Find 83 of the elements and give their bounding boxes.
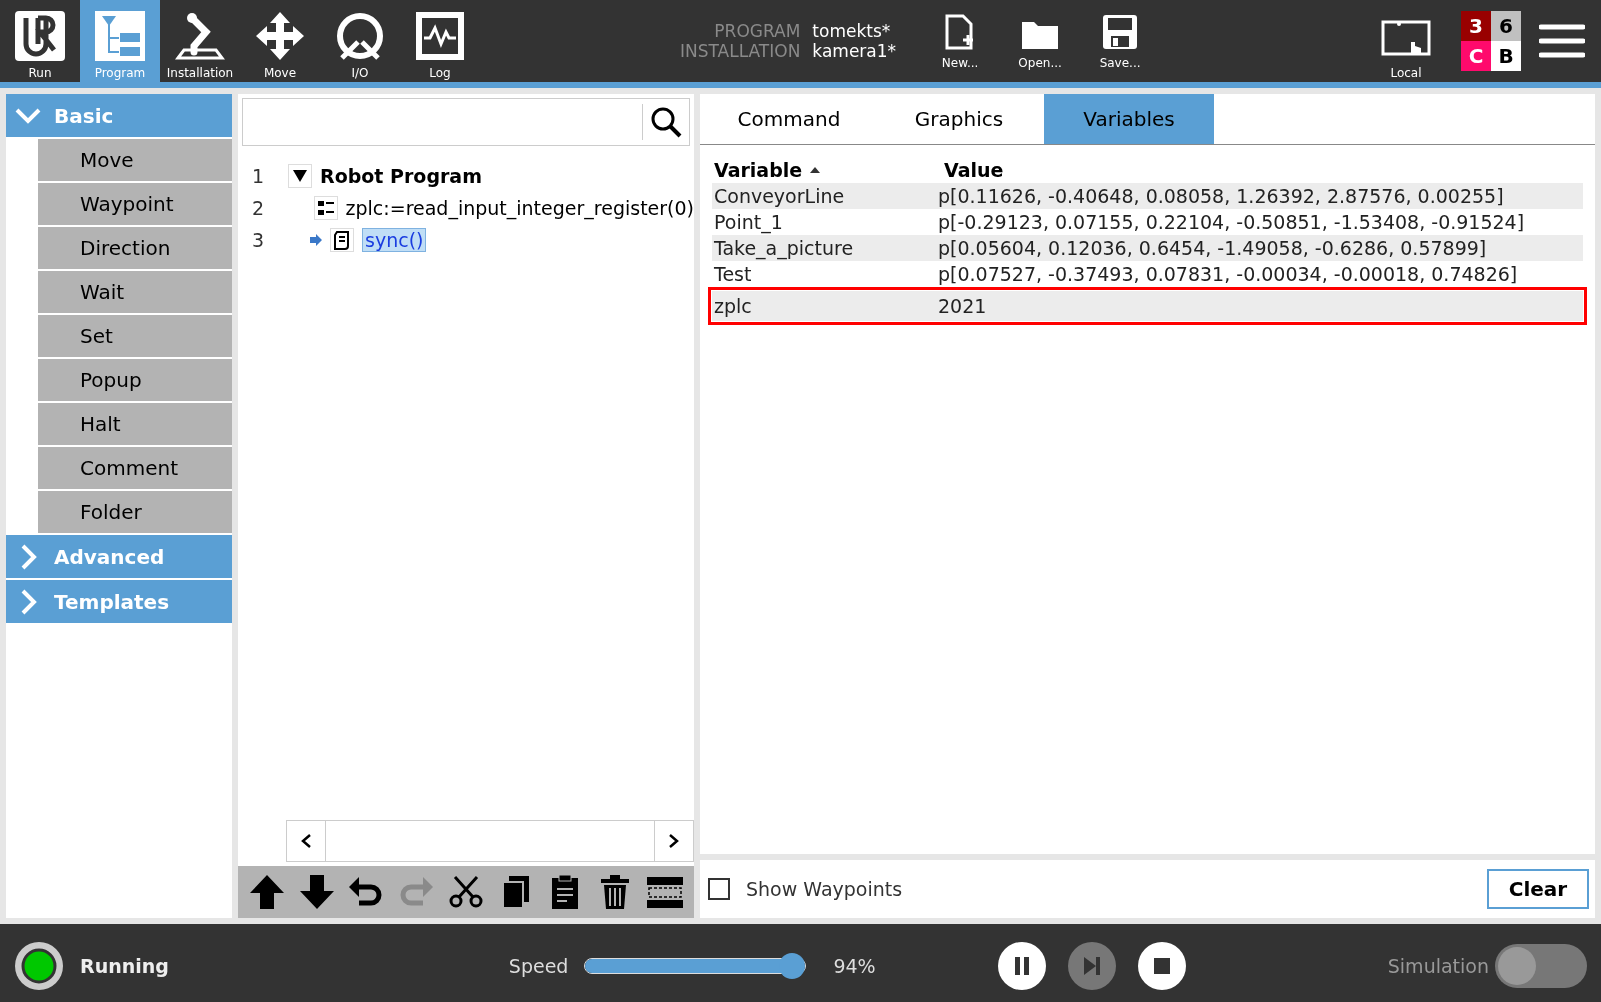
program-node[interactable]: zplc:=read_input_integer_register(0) [345, 197, 694, 219]
column-header[interactable]: Value [944, 159, 1004, 181]
file-action-button[interactable]: Save... [1080, 0, 1161, 82]
simulation-label: Simulation [1387, 955, 1489, 977]
node-button[interactable]: Comment [38, 447, 232, 489]
file-action-button[interactable]: New... [920, 0, 1001, 82]
horizontal-scrollbar[interactable] [286, 820, 694, 862]
assignment-icon [313, 196, 338, 220]
status-cell: 3 [1461, 11, 1491, 41]
io-icon [334, 10, 386, 62]
speed-reading: 94% [833, 955, 876, 977]
node-button[interactable]: Set [38, 315, 232, 357]
table-cell-text: Take_a_picture [713, 237, 855, 259]
new-file-icon [945, 14, 976, 50]
table-cell: 2021 [938, 295, 987, 317]
menu-icon[interactable] [1539, 23, 1585, 59]
column-header[interactable]: Variable [714, 159, 803, 181]
control-mode-button[interactable]: Local [1371, 0, 1441, 82]
node-button[interactable]: Folder [38, 491, 232, 533]
simulation-toggle[interactable] [1495, 944, 1587, 988]
table-cell: p[0.07527, -0.37493, 0.07831, -0.00034, -0.00018, 0.74826] [938, 263, 1518, 285]
table-cell: p[0.11626, -0.40648, 0.08058, 1.26392, 2.87576, 0.00255] [938, 185, 1504, 207]
move-down-icon[interactable] [297, 873, 336, 911]
tab[interactable]: Graphics [874, 94, 1044, 144]
variable-row[interactable]: Take_a_picture p[0.05604, 0.12036, 0.6454, -1.49058, -0.6286, 0.57899] [712, 235, 1583, 261]
status-cell: B [1491, 41, 1521, 71]
chevron-left-icon [300, 833, 312, 849]
info-value: tomekts* [812, 21, 892, 41]
search-icon[interactable] [650, 106, 682, 138]
node-button[interactable]: Wait [38, 271, 232, 313]
info-label: PROGRAM [713, 21, 801, 41]
speed-label: Speed [508, 955, 569, 977]
info-value: kamera1* [812, 41, 897, 61]
nav-tab[interactable]: Installation [160, 0, 240, 82]
chevron-right-icon [668, 833, 680, 849]
node-button[interactable]: Popup [38, 359, 232, 401]
table-cell: p[0.05604, 0.12036, 0.6454, -1.49058, -0.6286, 0.57899] [938, 237, 1487, 259]
pause-button[interactable] [997, 942, 1046, 990]
node-button[interactable]: Halt [38, 403, 232, 445]
logo-icon [14, 10, 66, 62]
tab[interactable]: Command [704, 94, 874, 144]
nav-tab[interactable]: Move [240, 0, 320, 82]
info-label: INSTALLATION [680, 41, 801, 61]
robot-arm-icon [174, 10, 226, 62]
slider-handle[interactable] [779, 953, 806, 979]
program-node[interactable]: sync() [362, 228, 427, 252]
nav-tab[interactable]: I/O [320, 0, 400, 82]
robot-status: Running [80, 955, 169, 977]
checkbox[interactable] [708, 878, 730, 900]
move-arrows-icon [254, 10, 306, 62]
nav-tab[interactable]: Run [0, 0, 80, 82]
variable-row[interactable]: Test p[0.07527, -0.37493, 0.07831, -0.00034, -0.00018, 0.74826] [712, 261, 1583, 287]
checkbox-label: Show Waypoints [746, 878, 903, 900]
table-cell-text: Test [713, 263, 753, 285]
node-button[interactable]: Direction [38, 227, 232, 269]
line-number: 2 [252, 197, 266, 219]
script-icon [330, 228, 354, 252]
table-cell-text: zplc [713, 295, 753, 317]
current-line-arrow-icon [310, 234, 322, 246]
line-number: 1 [252, 165, 266, 187]
status-cell: 6 [1491, 11, 1521, 41]
program-tree-icon [94, 10, 146, 62]
node-button[interactable]: Waypoint [38, 183, 232, 225]
nav-tab[interactable]: Log [400, 0, 480, 82]
tab[interactable]: Variables [1044, 94, 1214, 144]
search-field[interactable] [242, 98, 690, 146]
save-icon [1102, 14, 1139, 50]
variable-row[interactable]: Point_1 p[-0.29123, 0.07155, 0.22104, -0.50851, -1.53408, -0.91524] [712, 209, 1583, 235]
node-button[interactable]: Move [38, 139, 232, 181]
stop-button[interactable] [1137, 942, 1186, 990]
status-cell: C [1461, 41, 1491, 71]
table-cell: p[-0.29123, 0.07155, 0.22104, -0.50851, -1.53408, -0.91524] [938, 211, 1525, 233]
log-chart-icon [414, 10, 466, 62]
program-node[interactable]: Robot Program [320, 165, 482, 187]
line-number: 3 [252, 229, 266, 251]
file-action-button[interactable]: Open... [1000, 0, 1081, 82]
move-up-icon[interactable] [247, 873, 286, 911]
sort-ascending-icon [810, 167, 821, 173]
status-light-icon [14, 941, 64, 991]
table-cell-text: ConveyorLine [713, 185, 846, 207]
variable-row[interactable]: ConveyorLine p[0.11626, -0.40648, 0.08058, 1.26392, 2.87576, 0.00255] [712, 183, 1583, 209]
clear-button[interactable]: Clear [1487, 869, 1589, 909]
table-cell-text: Point_1 [713, 211, 784, 233]
